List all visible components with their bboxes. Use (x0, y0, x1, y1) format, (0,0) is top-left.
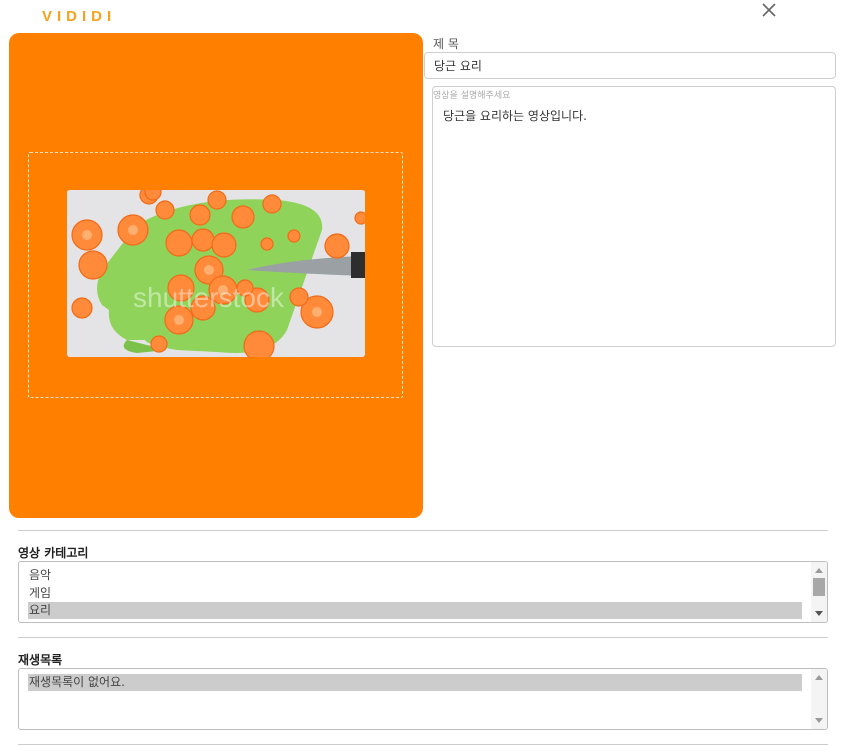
title-input[interactable] (424, 52, 836, 79)
divider (18, 744, 828, 745)
description-placeholder: 영상을 설명해주세요 (433, 91, 511, 101)
thumbnail-image: shutterstock (67, 190, 365, 357)
playlist-scrollbar[interactable] (811, 669, 827, 729)
scroll-thumb[interactable] (813, 578, 825, 596)
thumbnail-panel: shutterstock (9, 33, 423, 518)
scroll-down-icon[interactable] (815, 611, 823, 616)
playlist-option-empty[interactable]: 재생목록이 없어요. (28, 674, 802, 691)
category-label: 영상 카테고리 (18, 546, 89, 560)
close-icon (762, 3, 776, 17)
scroll-down-icon[interactable] (815, 718, 823, 723)
close-button[interactable] (759, 0, 779, 20)
thumbnail-dropzone[interactable]: shutterstock (28, 152, 403, 398)
category-listbox[interactable]: 음악 게임 요리 (18, 561, 828, 623)
divider (18, 637, 828, 638)
description-textarea[interactable]: 영상을 설명해주세요 당근을 요리하는 영상입니다. (432, 86, 836, 347)
category-scrollbar[interactable] (811, 562, 827, 622)
playlist-listbox[interactable]: 재생목록이 없어요. (18, 668, 828, 730)
description-value: 당근을 요리하는 영상입니다. (443, 109, 587, 123)
scroll-up-icon[interactable] (815, 568, 823, 573)
scroll-up-icon[interactable] (815, 675, 823, 680)
title-label: 제 목 (433, 37, 459, 51)
category-option-music[interactable]: 음악 (28, 567, 802, 584)
divider (18, 530, 828, 531)
category-option-cooking[interactable]: 요리 (28, 602, 802, 619)
svg-text:shutterstock: shutterstock (133, 282, 285, 313)
category-option-game[interactable]: 게임 (28, 585, 802, 602)
app-logo: VIDIDI (42, 8, 117, 25)
playlist-label: 재생목록 (18, 653, 63, 667)
